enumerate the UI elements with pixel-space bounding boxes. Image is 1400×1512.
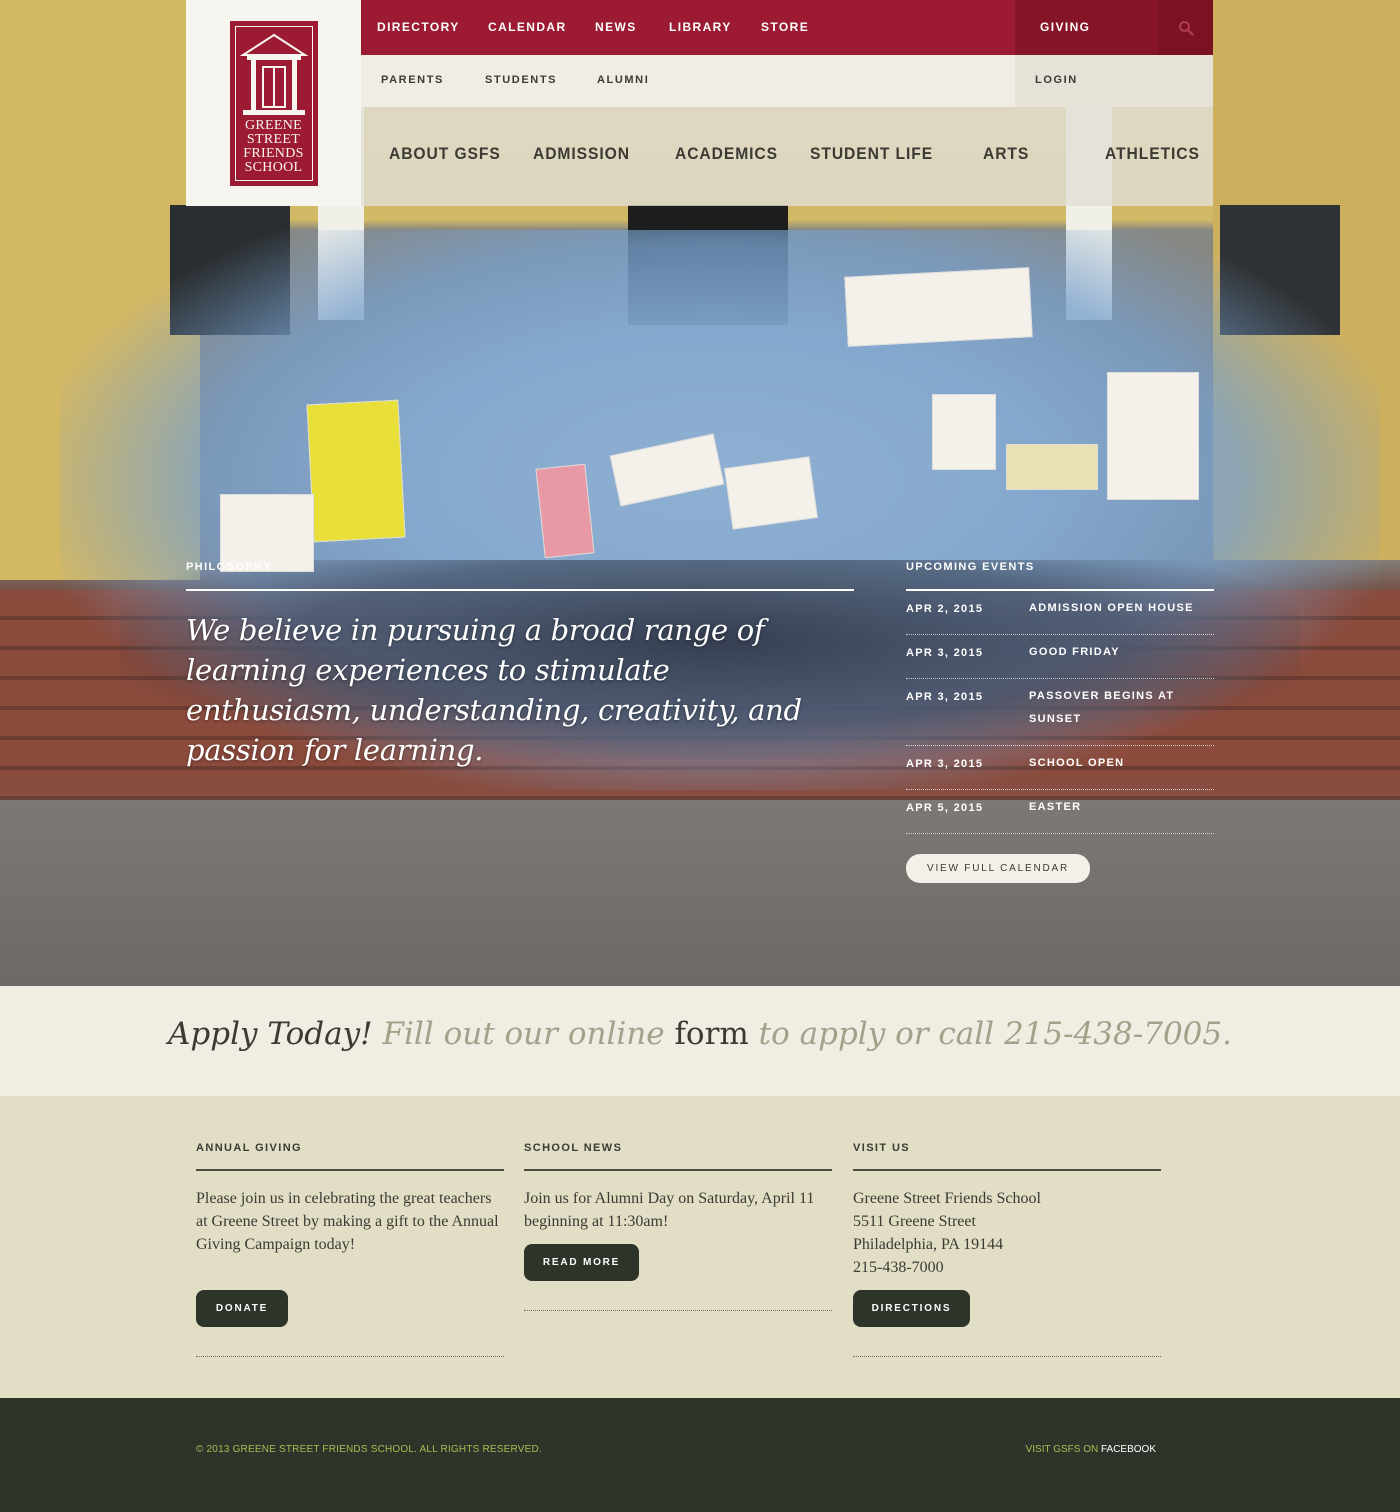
nav-giving-label: GIVING [1040, 20, 1091, 34]
search-button[interactable] [1158, 0, 1213, 55]
nav-academics[interactable]: ACADEMICS [675, 144, 778, 164]
apply-text-part1: Fill out our online [372, 1016, 675, 1052]
event-date: APR 3, 2015 [906, 758, 984, 770]
search-icon [1178, 20, 1194, 36]
event-row[interactable]: APR 3, 2015 PASSOVER BEGINS AT SUNSET [906, 679, 1214, 746]
events-label: UPCOMING EVENTS [906, 561, 1035, 573]
visit-us-heading: VISIT US [853, 1142, 911, 1154]
hero-sign [535, 463, 595, 559]
nav-store[interactable]: STORE [761, 20, 809, 34]
facebook-link[interactable]: FACEBOOK [1101, 1444, 1156, 1455]
event-title: GOOD FRIDAY [1029, 646, 1120, 658]
address-block: Greene Street Friends School 5511 Greene… [853, 1187, 1161, 1279]
event-row[interactable]: APR 3, 2015 GOOD FRIDAY [906, 635, 1214, 679]
nav-login-label: LOGIN [1035, 74, 1078, 86]
hero-sign [932, 394, 996, 470]
hero-sign [844, 267, 1033, 347]
nav-giving[interactable]: GIVING [1015, 0, 1158, 55]
nav-student-life[interactable]: STUDENT LIFE [810, 144, 933, 164]
annual-giving-text: Please join us in celebrating the great … [196, 1190, 499, 1253]
event-date: APR 3, 2015 [906, 691, 984, 703]
hero-sign [306, 399, 406, 543]
nav-arts[interactable]: ARTS [983, 144, 1029, 164]
nav-parents[interactable]: PARENTS [381, 74, 444, 86]
copyright: © 2013 GREENE STREET FRIENDS SCHOOL. ALL… [196, 1444, 542, 1455]
facebook-prefix: VISIT GSFS ON [1025, 1444, 1101, 1455]
hero-sign [724, 456, 818, 530]
logo-text: GREENE STREET FRIENDS SCHOOL [243, 117, 304, 175]
nav-alumni[interactable]: ALUMNI [597, 74, 649, 86]
footer: © 2013 GREENE STREET FRIENDS SCHOOL. ALL… [0, 1398, 1400, 1512]
nav-news[interactable]: NEWS [595, 20, 637, 34]
nav-library[interactable]: LIBRARY [669, 20, 732, 34]
event-row[interactable]: APR 5, 2015 EASTER [906, 790, 1214, 834]
philosophy-quote: We believe in pursuing a broad range of … [186, 613, 802, 767]
column-dotted-rule [853, 1356, 1161, 1357]
event-date: APR 3, 2015 [906, 647, 984, 659]
event-row[interactable]: APR 3, 2015 SCHOOL OPEN [906, 746, 1214, 790]
annual-giving-heading: ANNUAL GIVING [196, 1142, 303, 1154]
philosophy-label: PHILOSOPHY [186, 561, 273, 573]
facebook-link-block[interactable]: VISIT GSFS ON FACEBOOK [1026, 1444, 1156, 1455]
school-logo[interactable]: GREENE STREET FRIENDS SCHOOL [229, 20, 318, 186]
directions-button[interactable]: DIRECTIONS [853, 1290, 970, 1327]
nav-students[interactable]: STUDENTS [485, 74, 557, 86]
apply-text-part2: to apply or call 215-438-7005. [748, 1016, 1232, 1052]
address-street: 5511 Greene Street [853, 1213, 976, 1230]
address-school-name: Greene Street Friends School [853, 1190, 1041, 1207]
event-row[interactable]: APR 2, 2015 ADMISSION OPEN HOUSE [906, 591, 1214, 635]
philosophy-divider [186, 589, 854, 591]
event-title: EASTER [1029, 801, 1082, 813]
event-date: APR 5, 2015 [906, 802, 984, 814]
nav-login[interactable]: LOGIN [1015, 55, 1213, 107]
hero-sign [1107, 372, 1199, 500]
nav-directory[interactable]: DIRECTORY [377, 20, 460, 34]
nav-admission[interactable]: ADMISSION [533, 144, 630, 164]
view-calendar-button[interactable]: VIEW FULL CALENDAR [906, 854, 1090, 883]
donate-button[interactable]: DONATE [196, 1290, 288, 1327]
column-divider [196, 1169, 504, 1171]
column-divider [853, 1169, 1161, 1171]
info-section: ANNUAL GIVING Please join us in celebrat… [0, 1096, 1400, 1398]
address-phone: 215-438-7000 [853, 1259, 944, 1276]
nav-about[interactable]: ABOUT GSFS [389, 144, 501, 164]
apply-form-link[interactable]: form [674, 1016, 748, 1052]
school-news-heading: SCHOOL NEWS [524, 1142, 623, 1154]
nav-athletics[interactable]: ATHLETICS [1105, 144, 1200, 164]
address-city: Philadelphia, PA 19144 [853, 1236, 1004, 1253]
hero-sign [1006, 444, 1098, 490]
apply-banner: Apply Today! Fill out our online form to… [0, 986, 1400, 1096]
event-title: PASSOVER BEGINS AT SUNSET [1029, 690, 1175, 725]
apply-text: Apply Today! Fill out our online form to… [0, 1016, 1400, 1052]
nav-calendar[interactable]: CALENDAR [488, 20, 567, 34]
column-dotted-rule [196, 1356, 504, 1357]
column-divider [524, 1169, 832, 1171]
school-news-text: Join us for Alumni Day on Saturday, Apri… [524, 1190, 815, 1230]
event-title: SCHOOL OPEN [1029, 757, 1125, 769]
event-title: ADMISSION OPEN HOUSE [1029, 602, 1194, 614]
apply-lead: Apply Today! [168, 1016, 373, 1052]
audience-nav: PARENTS STUDENTS ALUMNI [361, 55, 1015, 107]
read-more-button[interactable]: READ MORE [524, 1244, 639, 1281]
column-dotted-rule [524, 1310, 832, 1311]
logo-panel[interactable]: GREENE STREET FRIENDS SCHOOL [186, 0, 361, 206]
event-date: APR 2, 2015 [906, 603, 984, 615]
main-nav: ABOUT GSFS ADMISSION ACADEMICS STUDENT L… [361, 107, 1213, 206]
